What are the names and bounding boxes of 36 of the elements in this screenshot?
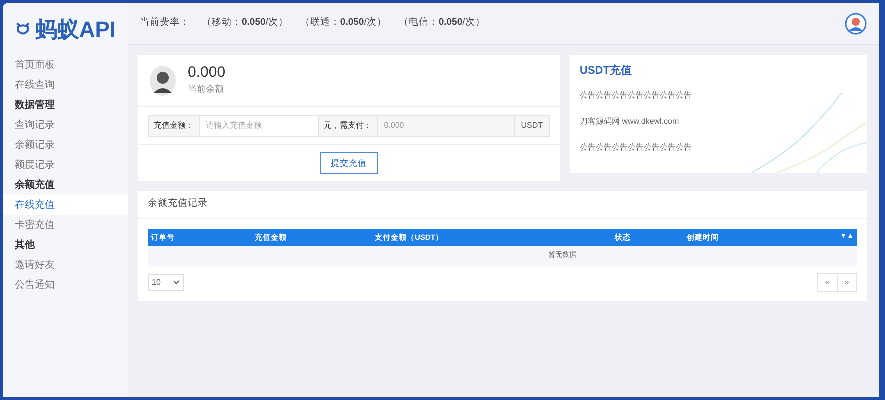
sidebar-item[interactable]: 在线充值: [3, 195, 128, 215]
page-size-select[interactable]: 10: [148, 274, 184, 291]
user-avatar-icon: [150, 66, 176, 96]
sidebar-group-label: 数据管理: [14, 98, 56, 112]
records-title: 余额充值记录: [148, 197, 208, 212]
sidebar-item[interactable]: 卡密充值: [3, 215, 128, 235]
submit-button[interactable]: 提交充值: [320, 152, 378, 174]
avatar-icon[interactable]: [845, 12, 867, 34]
notice-title: USDT充值: [580, 64, 633, 79]
notice-text: 公告公告公告公告公告公告公告: [580, 142, 693, 154]
sidebar-item[interactable]: 在线查询: [3, 75, 128, 95]
sidebar-item[interactable]: 首页面板: [3, 55, 128, 75]
chevron-down-icon: [173, 280, 180, 285]
balance-amount: 0.000: [188, 64, 226, 84]
notice-text: 公告公告公告公告公告公告公告: [580, 90, 693, 102]
pay-amount-field: 0.000: [378, 114, 514, 136]
balance-label: 当前余额: [188, 83, 225, 96]
unit-label: USDT: [514, 114, 550, 136]
pager-button[interactable]: »: [837, 274, 856, 291]
rate-text: （移动：0.050/次）: [202, 16, 288, 30]
rate-text: （联通：0.050/次）: [300, 16, 387, 30]
sidebar-group-label: 余额充值: [14, 178, 56, 192]
sidebar-item[interactable]: 额度记录: [3, 155, 128, 175]
sidebar-item[interactable]: 邀请好友: [3, 255, 128, 275]
sidebar-item[interactable]: 查询记录: [3, 115, 128, 135]
sidebar-item[interactable]: 余额记录: [3, 135, 128, 155]
pay-label: 元，需支付：: [318, 114, 378, 136]
pager-button[interactable]: «: [818, 274, 837, 291]
rate-text: （电信：0.050/次）: [398, 16, 486, 30]
notice-text: 刀客源码网 www.dkewl.com: [580, 116, 680, 128]
sidebar-group-label: 其他: [14, 238, 36, 252]
amount-label: 充值金额：: [148, 114, 200, 136]
amount-input[interactable]: 请输入充值金额: [200, 114, 318, 136]
logo-text: 蚂蚁API: [35, 16, 116, 44]
rate-label: 当前费率：: [140, 16, 190, 30]
sidebar-item[interactable]: 公告通知: [3, 275, 128, 295]
